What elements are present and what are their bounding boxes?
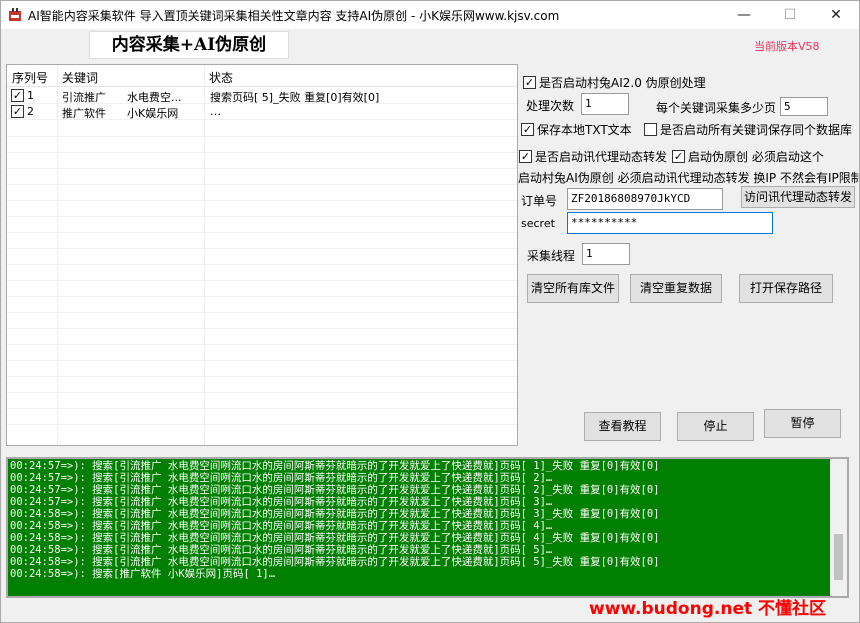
stop-button[interactable]: 停止	[677, 412, 754, 441]
list-row[interactable]: ✓ 1 引流推广 水电费空... 搜索页码[ 5]_失败 重复[0]有效[0]	[7, 88, 517, 104]
app-icon	[9, 8, 21, 21]
log-output[interactable]: 00:24:57=>): 搜索[引流推广 水电费空间咧流口水的房间阿斯蒂芬就暗示…	[6, 457, 849, 598]
row-index: 1	[27, 89, 34, 102]
app-banner: 内容采集+AI伪原创	[89, 31, 289, 59]
row-checkbox[interactable]: ✓	[11, 105, 24, 118]
row-gridline	[7, 136, 517, 137]
checkbox-box[interactable]: ✓	[521, 123, 534, 136]
visit-proxy-button[interactable]: 访问讯代理动态转发	[741, 186, 855, 208]
checkbox-box[interactable]: ✓	[523, 76, 536, 89]
open-save-path-button[interactable]: 打开保存路径	[739, 274, 833, 303]
row-extra: 小K娱乐网	[127, 107, 179, 120]
list-row[interactable]: ✓ 2 推广软件 小K娱乐网 …	[7, 104, 517, 120]
per-keyword-label: 每个关键词采集多少页	[656, 101, 777, 115]
save-same-db-checkbox[interactable]: 是否启动所有关键词保存同个数据库	[644, 121, 852, 138]
log-line: 00:24:58=>): 搜索[引流推广 水电费空间咧流口水的房间阿斯蒂芬就暗示…	[10, 520, 553, 532]
row-gridline	[7, 360, 517, 361]
row-gridline	[7, 296, 517, 297]
log-line: 00:24:58=>): 搜索[引流推广 水电费空间咧流口水的房间阿斯蒂芬就暗示…	[10, 532, 660, 544]
row-gridline	[7, 200, 517, 201]
proxy-note: 启动村兔AI伪原创 必须启动讯代理动态转发 换IP 不然会有IP限制	[518, 171, 859, 185]
log-line: 00:24:58=>): 搜索[引流推广 水电费空间咧流口水的房间阿斯蒂芬就暗示…	[10, 544, 553, 556]
log-line: 00:24:58=>): 搜索[引流推广 水电费空间咧流口水的房间阿斯蒂芬就暗示…	[10, 508, 660, 520]
header-status[interactable]: 状态	[209, 69, 233, 86]
row-status: 搜索页码[ 5]_失败 重复[0]有效[0]	[210, 91, 380, 104]
row-gridline	[7, 264, 517, 265]
checkbox-label: 启动伪原创 必须启动这个	[688, 150, 824, 164]
row-gridline	[7, 408, 517, 409]
version-label: 当前版本V58	[754, 40, 820, 53]
header-keyword[interactable]: 关键词	[62, 69, 98, 86]
save-txt-checkbox[interactable]: ✓ 保存本地TXT文本	[521, 121, 632, 138]
row-gridline	[7, 232, 517, 233]
checkbox-label: 是否启动村兔AI2.0 伪原创处理	[539, 76, 706, 90]
row-gridline	[7, 184, 517, 185]
checkbox-label: 是否启动讯代理动态转发	[535, 150, 668, 164]
order-input[interactable]: ZF20186808970JkYCD	[567, 188, 723, 210]
per-keyword-input[interactable]: 5	[780, 97, 828, 116]
log-scrollbar-thumb[interactable]	[834, 534, 843, 580]
keyword-list[interactable]: 序列号 关键词 状态 ✓ 1 引流推广 水电费空... 搜索页码[ 5]_失败 …	[6, 64, 518, 446]
checkbox-box[interactable]	[644, 123, 657, 136]
proxy-checkbox[interactable]: ✓ 是否启动讯代理动态转发	[519, 148, 667, 165]
row-gridline	[7, 328, 517, 329]
row-extra: 水电费空...	[127, 91, 182, 104]
row-gridline	[7, 248, 517, 249]
process-count-input[interactable]: 1	[581, 93, 629, 115]
log-line: 00:24:58=>): 搜索[推广软件 小K娱乐网]页码[ 1]…	[10, 568, 276, 580]
row-gridline	[7, 344, 517, 345]
secret-input[interactable]: **********	[567, 212, 773, 234]
row-gridline	[7, 168, 517, 169]
row-checkbox[interactable]: ✓	[11, 89, 24, 102]
row-status: …	[210, 105, 221, 118]
column-divider	[57, 65, 58, 445]
threads-label: 采集线程	[527, 249, 576, 263]
row-keyword: 推广软件	[62, 107, 106, 120]
enable-ai-checkbox[interactable]: ✓ 是否启动村兔AI2.0 伪原创处理	[523, 74, 706, 91]
log-line: 00:24:57=>): 搜索[引流推广 水电费空间咧流口水的房间阿斯蒂芬就暗示…	[10, 460, 660, 472]
minimize-button[interactable]: —	[721, 1, 767, 29]
clear-library-button[interactable]: 清空所有库文件	[527, 274, 619, 303]
checkbox-label: 是否启动所有关键词保存同个数据库	[660, 123, 853, 137]
list-header: 序列号 关键词 状态	[7, 65, 517, 87]
row-keyword: 引流推广	[62, 91, 106, 104]
main-window: AI智能内容采集软件 导入置顶关键词采集相关性文章内容 支持AI伪原创 - 小K…	[0, 0, 860, 623]
threads-input[interactable]: 1	[582, 243, 630, 265]
checkbox-box[interactable]: ✓	[519, 150, 532, 163]
checkbox-label: 保存本地TXT文本	[537, 123, 632, 137]
row-gridline	[7, 376, 517, 377]
fake-original-checkbox[interactable]: ✓ 启动伪原创 必须启动这个	[672, 148, 824, 165]
watermark: www.budong.net 不懂社区	[589, 599, 827, 619]
order-label: 订单号	[521, 194, 558, 208]
tutorial-button[interactable]: 查看教程	[584, 412, 661, 441]
log-line: 00:24:57=>): 搜索[引流推广 水电费空间咧流口水的房间阿斯蒂芬就暗示…	[10, 496, 553, 508]
row-gridline	[7, 280, 517, 281]
row-gridline	[7, 152, 517, 153]
column-divider	[204, 65, 205, 445]
log-line: 00:24:57=>): 搜索[引流推广 水电费空间咧流口水的房间阿斯蒂芬就暗示…	[10, 484, 660, 496]
checkbox-box[interactable]: ✓	[672, 150, 685, 163]
log-line: 00:24:58=>): 搜索[引流推广 水电费空间咧流口水的房间阿斯蒂芬就暗示…	[10, 556, 660, 568]
row-gridline	[7, 424, 517, 425]
close-button[interactable]: ✕	[813, 1, 859, 29]
process-count-label: 处理次数	[526, 99, 575, 113]
row-gridline	[7, 312, 517, 313]
window-title: AI智能内容采集软件 导入置顶关键词采集相关性文章内容 支持AI伪原创 - 小K…	[28, 9, 560, 23]
row-gridline	[7, 216, 517, 217]
header-index[interactable]: 序列号	[12, 69, 48, 86]
maximize-button[interactable]: ☐	[767, 1, 813, 29]
pause-button[interactable]: 暂停	[764, 409, 841, 438]
log-line: 00:24:57=>): 搜索[引流推广 水电费空间咧流口水的房间阿斯蒂芬就暗示…	[10, 472, 553, 484]
title-bar: AI智能内容采集软件 导入置顶关键词采集相关性文章内容 支持AI伪原创 - 小K…	[1, 1, 859, 29]
row-gridline	[7, 392, 517, 393]
clear-duplicates-button[interactable]: 清空重复数据	[630, 274, 722, 303]
secret-label: secret	[521, 217, 555, 230]
row-index: 2	[27, 105, 34, 118]
